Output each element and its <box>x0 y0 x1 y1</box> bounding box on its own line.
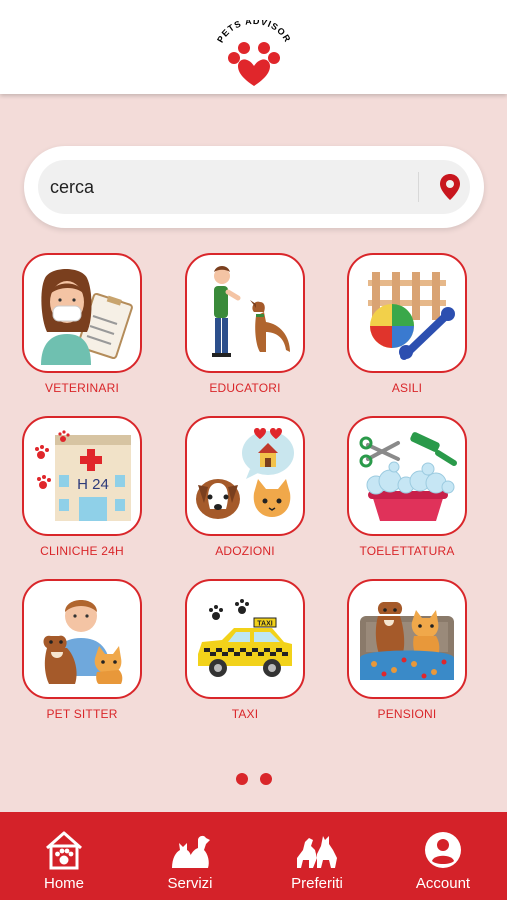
category-label: PET SITTER <box>46 707 118 721</box>
category-cliniche-24h[interactable]: H 24 CLINICHE 24H <box>22 416 146 564</box>
location-pin-icon[interactable] <box>434 171 466 203</box>
category-label: TOELETTATURA <box>359 544 455 558</box>
category-tile[interactable] <box>22 579 142 699</box>
account-icon <box>425 832 461 868</box>
category-label: VETERINARI <box>44 381 119 395</box>
search-divider <box>418 172 419 202</box>
tab-label: Account <box>415 875 471 892</box>
svg-text:TAXI: TAXI <box>257 621 272 628</box>
category-toelettatura[interactable]: TOELETTATURA <box>347 416 471 564</box>
category-tile[interactable] <box>347 416 467 536</box>
tab-servizi[interactable]: Servizi <box>135 812 245 900</box>
grooming-icon <box>359 432 457 521</box>
clinic-building-icon: H 24 <box>35 430 131 521</box>
dog-cat-play-icon <box>297 836 337 868</box>
tab-home[interactable]: Home <box>9 812 119 900</box>
search-field-container <box>38 160 470 214</box>
svg-text:H 24: H 24 <box>77 476 109 493</box>
pet-sitter-icon <box>43 600 123 684</box>
daycare-toys-icon <box>368 272 455 360</box>
veterinarian-icon <box>41 269 133 365</box>
pets-advisor-logo: PETS ADVISOR <box>215 20 293 86</box>
pet-taxi-icon: TAXI <box>198 599 292 677</box>
category-educatori[interactable]: EDUCATORI <box>185 253 309 401</box>
category-label: ADOZIONI <box>215 544 275 558</box>
category-label: ASILI <box>391 381 423 395</box>
category-asili[interactable]: ASILI <box>347 253 471 401</box>
house-paw-icon <box>46 831 82 870</box>
tab-account[interactable]: Account <box>388 812 498 900</box>
category-tile[interactable]: TAXI <box>185 579 305 699</box>
category-label: PENSIONI <box>377 707 437 721</box>
category-adozioni[interactable]: ADOZIONI <box>185 416 309 564</box>
category-label: TAXI <box>231 707 259 721</box>
page-indicator <box>236 773 276 787</box>
app-header: PETS ADVISOR <box>0 0 507 94</box>
pet-boarding-icon <box>360 602 454 680</box>
tab-label: Servizi <box>167 875 213 892</box>
bottom-tab-bar: Home Servizi Preferiti Account <box>0 812 507 900</box>
dog-trainer-icon <box>212 266 290 357</box>
dog-cat-icon <box>172 835 210 868</box>
search-bar <box>24 146 484 228</box>
category-tile[interactable] <box>347 579 467 699</box>
adoption-pets-icon <box>196 428 294 519</box>
tab-preferiti[interactable]: Preferiti <box>262 812 372 900</box>
page-dot-2[interactable] <box>260 773 272 785</box>
svg-text:PETS ADVISOR: PETS ADVISOR <box>215 20 293 44</box>
category-tile[interactable] <box>185 416 305 536</box>
tab-label: Preferiti <box>291 875 343 892</box>
category-pensioni[interactable]: PENSIONI <box>347 579 471 727</box>
category-tile[interactable] <box>22 253 142 373</box>
category-tile[interactable]: H 24 <box>22 416 142 536</box>
category-pet-sitter[interactable]: PET SITTER <box>22 579 146 727</box>
search-input[interactable] <box>50 160 410 214</box>
category-veterinari[interactable]: VETERINARI <box>22 253 146 401</box>
tab-label: Home <box>43 875 84 892</box>
category-label: CLINICHE 24H <box>40 544 124 558</box>
category-tile[interactable] <box>347 253 467 373</box>
category-tile[interactable] <box>185 253 305 373</box>
category-taxi[interactable]: TAXI TAXI <box>185 579 309 727</box>
page-dot-1[interactable] <box>236 773 248 785</box>
category-label: EDUCATORI <box>209 381 281 395</box>
